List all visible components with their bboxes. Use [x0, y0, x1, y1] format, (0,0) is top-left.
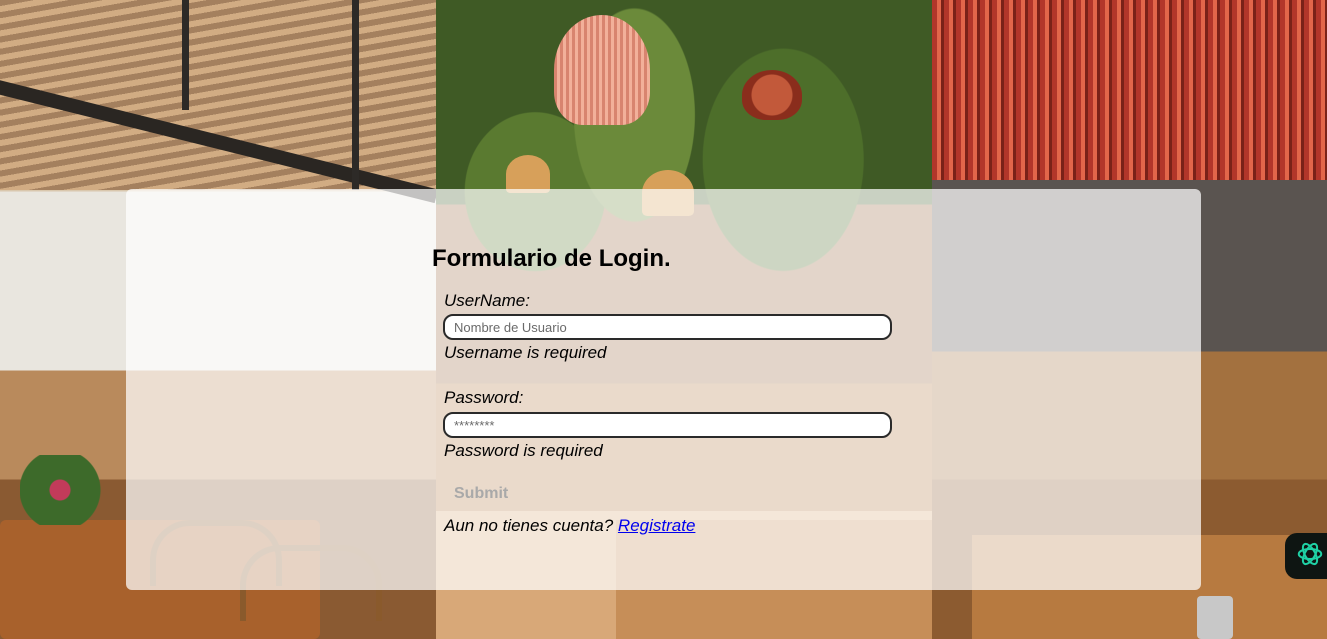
password-input[interactable]	[443, 412, 892, 438]
username-input[interactable]	[443, 314, 892, 340]
username-error: Username is required	[444, 343, 607, 362]
openai-assistant-icon	[1295, 539, 1325, 574]
username-label: UserName:	[444, 291, 530, 310]
form-title: Formulario de Login.	[432, 245, 671, 272]
signup-prompt: Aun no tienes cuenta? Registrate	[444, 516, 695, 536]
login-form: Formulario de Login. UserName: Username …	[432, 244, 892, 535]
signup-prompt-text: Aun no tienes cuenta?	[444, 516, 614, 535]
password-label: Password:	[444, 388, 524, 407]
password-error: Password is required	[444, 441, 603, 460]
submit-button[interactable]: Submit	[443, 481, 531, 507]
register-link[interactable]: Registrate	[618, 516, 695, 535]
assistant-floating-button[interactable]	[1285, 533, 1327, 579]
